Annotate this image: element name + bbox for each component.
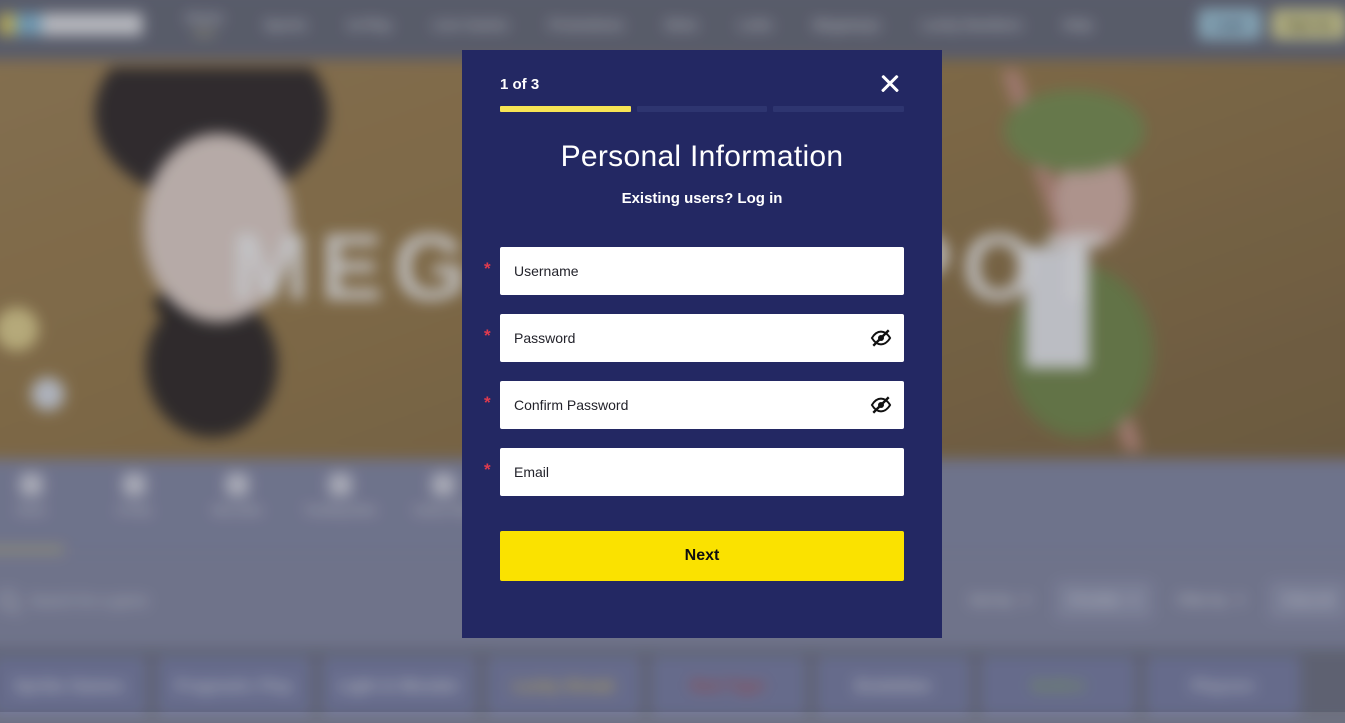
step-progress-bar [500,106,904,112]
email-input[interactable] [500,448,904,496]
progress-segment-3 [773,106,904,112]
eye-slash-icon[interactable] [870,395,892,415]
modal-topbar: 1 of 3 [500,64,904,104]
close-icon[interactable] [876,70,904,98]
registration-form: * * * [500,247,904,581]
field-row-email: * [500,448,904,496]
required-marker: * [484,394,491,411]
next-button[interactable]: Next [500,531,904,581]
confirm-password-input[interactable] [500,381,904,429]
eye-slash-icon[interactable] [870,328,892,348]
modal-title: Personal Information [500,140,904,174]
field-row-password: * [500,314,904,362]
required-marker: * [484,327,491,344]
step-counter: 1 of 3 [500,76,539,93]
progress-segment-1 [500,106,631,112]
required-marker: * [484,260,491,277]
progress-segment-2 [637,106,768,112]
registration-modal: 1 of 3 Personal Information Existing use… [462,50,942,638]
existing-users-login-link[interactable]: Existing users? Log in [500,190,904,207]
password-input[interactable] [500,314,904,362]
field-row-confirm-password: * [500,381,904,429]
required-marker: * [484,461,491,478]
username-input[interactable] [500,247,904,295]
field-row-username: * [500,247,904,295]
